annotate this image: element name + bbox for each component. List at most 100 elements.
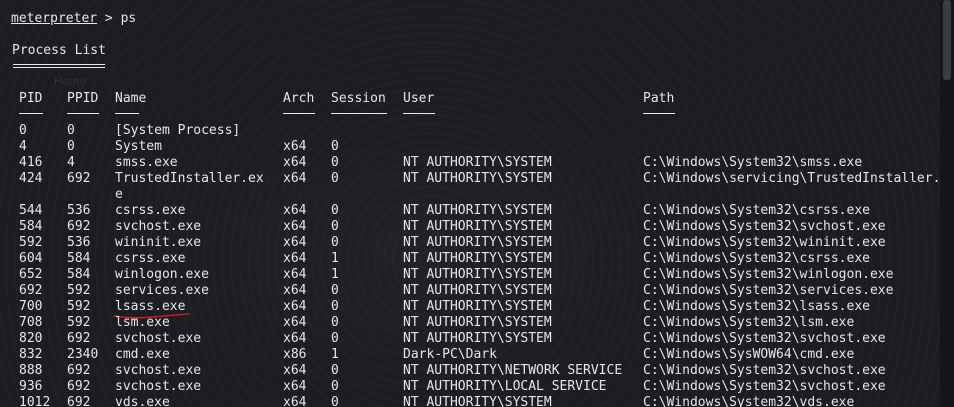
cell-pid: 820 [19,331,43,346]
cell-name: [System Process] [115,123,241,138]
cell-ppid: 692 [67,379,91,394]
cell-arch: x64 [283,203,307,218]
column-header-ppid: PPID [67,91,99,106]
cell-session: 1 [331,347,339,362]
column-header-session: Session [331,91,386,106]
prompt-line: meterpreter > ps [11,11,136,27]
cell-ppid: 592 [67,299,91,314]
cell-pid: 936 [19,379,43,394]
cell-user: NT AUTHORITY\SYSTEM [403,267,552,282]
cell-ppid: 584 [67,251,91,266]
cell-name: System [115,139,162,154]
cell-pid: 708 [19,315,43,330]
cell-path: C:\Windows\System32\vds.exe [643,395,855,407]
cell-name: svchost.exe [115,363,202,378]
cell-name: winlogon.exe [115,267,209,282]
cell-pid: 700 [19,299,43,314]
cell-name: services.exe [115,283,209,298]
cell-arch: x64 [283,139,307,154]
column-header-user: User [403,91,435,106]
page-title: Process List [12,43,106,58]
cell-path: C:\Windows\System32\winlogon.exe [643,267,894,282]
cell-session: 0 [331,203,339,218]
column-header-name: Name [115,91,147,106]
cell-ppid: 536 [67,203,91,218]
cell-ppid: 692 [67,395,91,407]
cell-pid: 888 [19,363,43,378]
cell-ppid: 692 [67,331,91,346]
column-header-pid: PID [19,91,43,106]
cell-arch: x64 [283,363,307,378]
cell-session: 0 [331,363,339,378]
cell-name: smss.exe [115,155,178,170]
cell-session: 0 [331,235,339,250]
cell-pid: 584 [19,219,43,234]
cell-name: svchost.exe [115,331,202,346]
column-header-path: Path [643,91,675,106]
cell-session: 0 [331,219,339,234]
cell-user: NT AUTHORITY\SYSTEM [403,315,552,330]
column-header-arch: Arch [283,91,315,106]
cell-path: C:\Windows\System32\csrss.exe [643,203,870,218]
column-header-underline [331,113,387,114]
cell-name: cmd.exe [115,347,170,362]
cell-user: NT AUTHORITY\SYSTEM [403,203,552,218]
faint-background-label: Home [54,74,87,88]
cell-user: NT AUTHORITY\NETWORK SERVICE [403,363,623,378]
cell-session: 0 [331,139,339,154]
cell-arch: x64 [283,379,307,394]
cell-path: C:\Windows\System32\wininit.exe [643,235,886,250]
cell-user: NT AUTHORITY\SYSTEM [403,171,552,186]
cell-name: vds.exe [115,395,170,407]
cell-session: 0 [331,171,339,186]
cell-path: C:\Windows\SysWOW64\cmd.exe [643,347,855,362]
cell-user: NT AUTHORITY\SYSTEM [403,395,552,407]
prompt-label: meterpreter [11,11,98,26]
cell-session: 0 [331,331,339,346]
cell-path: C:\Windows\System32\lsm.exe [643,315,855,330]
cell-path: C:\Windows\System32\svchost.exe [643,363,886,378]
scrollbar-thumb[interactable] [943,0,951,80]
cell-pid: 416 [19,155,43,170]
cell-name: csrss.exe [115,203,186,218]
cell-path: C:\Windows\System32\svchost.exe [643,331,886,346]
terminal-window[interactable]: meterpreter > ps Process List Home PID PP… [0,0,940,407]
cell-arch: x64 [283,155,307,170]
title-double-rule [13,64,105,68]
cell-name: lsm.exe [115,315,170,330]
cell-name: csrss.exe [115,251,186,266]
cell-session: 1 [331,267,339,282]
cell-pid: 544 [19,203,43,218]
cell-name-wrap: e [115,187,123,202]
cell-name: TrustedInstaller.ex [115,171,264,186]
cell-arch: x64 [283,299,307,314]
column-header-underline [403,113,435,114]
cell-user: NT AUTHORITY\SYSTEM [403,251,552,266]
cell-session: 1 [331,251,339,266]
cell-arch: x64 [283,283,307,298]
column-header-underline [643,113,675,114]
column-header-underline [67,113,99,114]
column-header-underline [115,113,139,114]
cell-pid: 4 [19,139,27,154]
cell-user: NT AUTHORITY\SYSTEM [403,155,552,170]
cell-path: C:\Windows\servicing\TrustedInstaller.e [643,171,940,186]
cell-name: svchost.exe [115,219,202,234]
cell-session: 0 [331,379,339,394]
cell-session: 0 [331,283,339,298]
cell-path: C:\Windows\System32\lsass.exe [643,299,870,314]
cell-pid: 604 [19,251,43,266]
cell-path: C:\Windows\System32\csrss.exe [643,251,870,266]
cell-ppid: 692 [67,363,91,378]
command-text: ps [120,11,137,26]
cell-arch: x64 [283,171,307,186]
cell-user: NT AUTHORITY\SYSTEM [403,331,552,346]
cell-name: svchost.exe [115,379,202,394]
cell-path: C:\Windows\System32\svchost.exe [643,219,886,234]
cell-arch: x64 [283,315,307,330]
cell-user: NT AUTHORITY\SYSTEM [403,283,552,298]
scrollbar[interactable] [940,0,954,407]
cell-session: 0 [331,315,339,330]
cell-pid: 652 [19,267,43,282]
cell-arch: x64 [283,219,307,234]
